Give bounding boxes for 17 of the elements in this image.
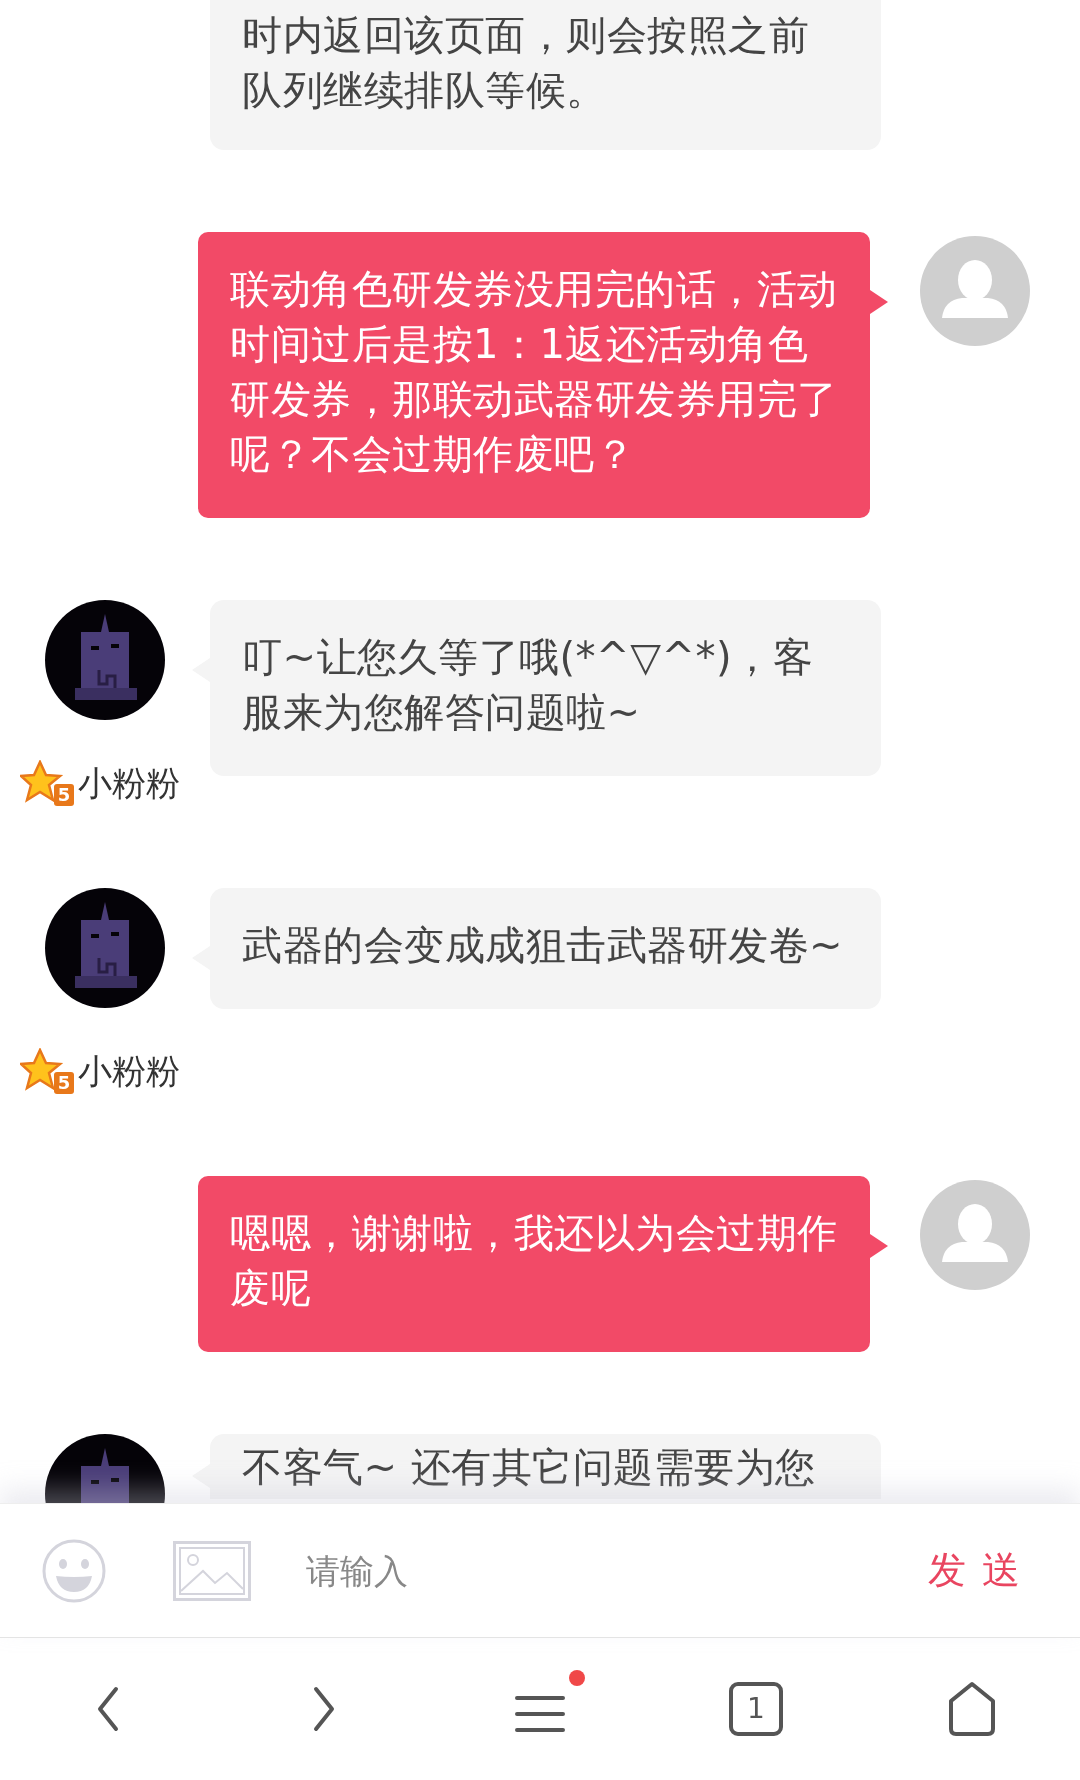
bubble-tail: [870, 1234, 888, 1258]
avatar[interactable]: [45, 600, 165, 720]
message-bubble: 武器的会变成成狙击武器研发卷~: [210, 888, 881, 1009]
send-button[interactable]: 发 送: [927, 1545, 1022, 1596]
bubble-tail: [870, 290, 888, 314]
message-bubble: 时内返回该页面，则会按照之前队列继续排队等候。: [210, 0, 881, 150]
tabs-button[interactable]: 1: [729, 1682, 783, 1736]
avatar[interactable]: [45, 888, 165, 1008]
forward-icon[interactable]: [312, 1685, 336, 1733]
back-icon[interactable]: [96, 1685, 120, 1733]
message-bubble: 不客气~ 还有其它问题需要为您: [210, 1434, 881, 1499]
message-bubble: 联动角色研发券没用完的话，活动时间过后是按1：1返还活动角色研发券，那联动武器研发券用完了呢？不会过期作废吧？: [198, 232, 870, 518]
message-input[interactable]: 请输入: [306, 1545, 928, 1596]
message-bubble: 叮~让您久等了哦(*^▽^*)，客服来为您解答问题啦~: [210, 600, 881, 776]
agent-name: 小粉粉: [78, 762, 180, 805]
agent-name: 小粉粉: [78, 1050, 180, 1093]
message-bubble: 嗯嗯，谢谢啦，我还以为会过期作废呢: [198, 1176, 870, 1352]
